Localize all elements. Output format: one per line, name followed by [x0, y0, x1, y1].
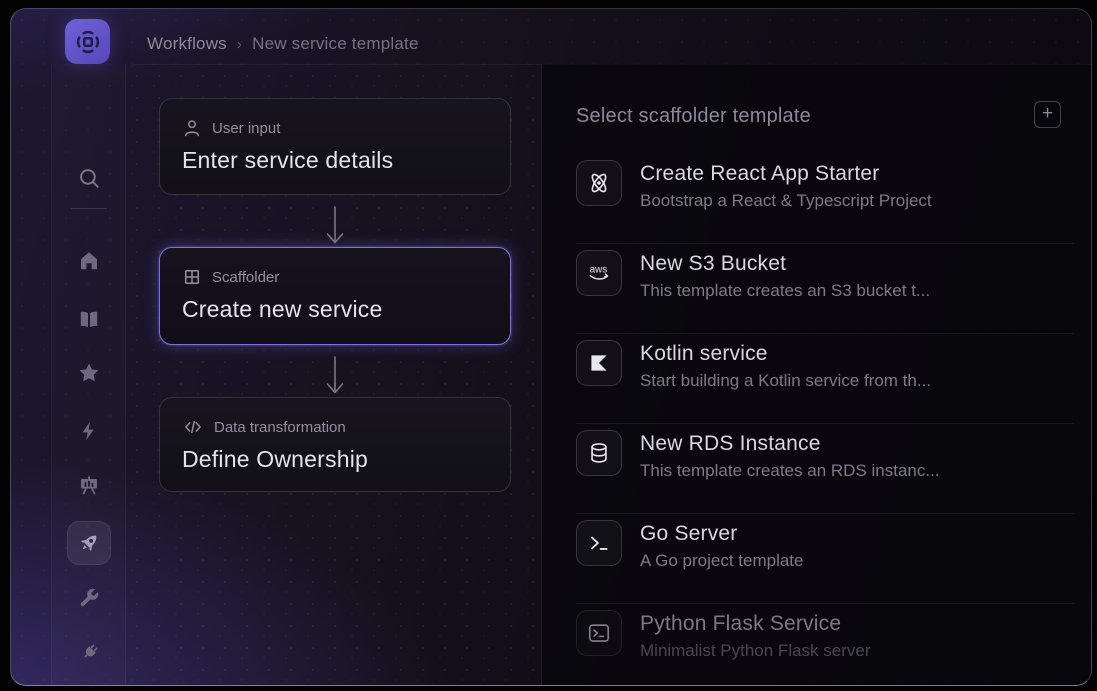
breadcrumb: Workflows › New service template	[147, 34, 419, 54]
breadcrumb-current: New service template	[252, 34, 419, 54]
template-name: Go Server	[640, 520, 803, 547]
template-item-go-server[interactable]: Go Server A Go project template	[576, 514, 1074, 604]
template-list: Create React App Starter Bootstrap a Rea…	[576, 154, 1074, 686]
node-title: Define Ownership	[182, 446, 488, 473]
node-type-label: Data transformation	[214, 419, 346, 436]
sidebar	[51, 64, 126, 685]
template-panel: Select scaffolder template + Create Reac…	[542, 64, 1091, 685]
rocket-icon	[77, 531, 101, 555]
kotlin-icon	[576, 340, 622, 386]
template-item-kotlin-service[interactable]: Kotlin service Start building a Kotlin s…	[576, 334, 1074, 424]
home-icon	[77, 249, 101, 273]
app-logo-icon	[73, 27, 103, 57]
template-description: A Go project template	[640, 551, 803, 571]
workflow-node-user-input[interactable]: User input Enter service details	[159, 98, 511, 195]
top-header: Workflows › New service template	[11, 9, 1091, 64]
code-icon	[182, 417, 204, 437]
node-title: Create new service	[182, 296, 488, 323]
terminal-icon	[576, 520, 622, 566]
breadcrumb-separator-icon: ›	[237, 36, 242, 53]
sidebar-item-insights[interactable]	[67, 464, 111, 508]
react-icon	[576, 160, 622, 206]
template-item-python-flask[interactable]: Python Flask Service Minimalist Python F…	[576, 604, 1074, 686]
database-icon	[576, 430, 622, 476]
arrow-down-icon	[323, 355, 347, 397]
user-icon	[182, 118, 202, 138]
sidebar-item-settings[interactable]	[67, 576, 111, 620]
sidebar-item-integrations[interactable]	[67, 631, 111, 675]
panel-title: Select scaffolder template	[576, 105, 811, 128]
docs-book-icon	[77, 307, 101, 331]
svg-text:aws: aws	[589, 264, 607, 275]
arrow-down-icon	[323, 205, 347, 247]
star-icon	[77, 361, 101, 385]
app-logo[interactable]	[65, 19, 110, 64]
node-title: Enter service details	[182, 147, 488, 174]
aws-icon: aws	[576, 250, 622, 296]
add-template-button[interactable]: +	[1034, 101, 1061, 128]
sidebar-item-scaffolder[interactable]	[67, 521, 111, 565]
template-name: Kotlin service	[640, 340, 931, 367]
search-icon	[76, 165, 102, 191]
sidebar-item-home[interactable]	[67, 239, 111, 283]
terminal-window-icon	[576, 610, 622, 656]
template-name: New S3 Bucket	[640, 250, 930, 277]
sidebar-item-actions[interactable]	[67, 409, 111, 453]
template-description: This template creates an RDS instanc...	[640, 461, 940, 481]
grid-icon	[182, 267, 202, 287]
workflow-canvas: User input Enter service details Scaffol…	[126, 64, 542, 685]
plug-icon	[77, 641, 101, 665]
template-name: Python Flask Service	[640, 610, 871, 637]
template-description: Bootstrap a React & Typescript Project	[640, 191, 932, 211]
app-window: Workflows › New service template	[10, 8, 1092, 686]
breadcrumb-section[interactable]: Workflows	[147, 34, 227, 54]
template-item-rds-instance[interactable]: New RDS Instance This template creates a…	[576, 424, 1074, 514]
sidebar-item-search[interactable]	[67, 156, 111, 200]
template-description: Minimalist Python Flask server	[640, 641, 871, 661]
node-type-label: Scaffolder	[212, 269, 279, 286]
workflow-node-data-transformation[interactable]: Data transformation Define Ownership	[159, 397, 511, 492]
sidebar-item-starred[interactable]	[67, 351, 111, 395]
wrench-icon	[78, 587, 100, 609]
sidebar-item-docs[interactable]	[67, 297, 111, 341]
template-name: New RDS Instance	[640, 430, 940, 457]
presentation-chart-icon	[77, 474, 101, 498]
template-name: Create React App Starter	[640, 160, 932, 187]
template-item-s3-bucket[interactable]: aws New S3 Bucket This template creates …	[576, 244, 1074, 334]
template-item-react-starter[interactable]: Create React App Starter Bootstrap a Rea…	[576, 154, 1074, 244]
node-type-label: User input	[212, 120, 280, 137]
sidebar-divider	[71, 208, 107, 209]
template-description: Start building a Kotlin service from th.…	[640, 371, 931, 391]
template-description: This template creates an S3 bucket t...	[640, 281, 930, 301]
lightning-icon	[78, 420, 100, 442]
workflow-node-scaffolder[interactable]: Scaffolder Create new service	[159, 247, 511, 345]
